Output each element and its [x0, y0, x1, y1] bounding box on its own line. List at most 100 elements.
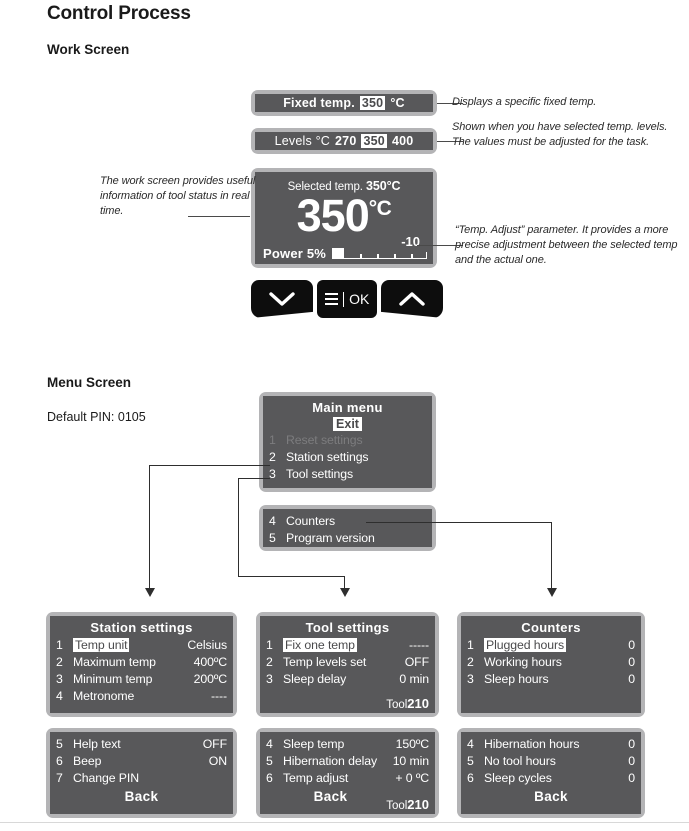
levels-label: Levels °C: [274, 134, 331, 148]
tool-settings-row-sleep-delay[interactable]: 3 Sleep delay 0 min: [266, 671, 429, 688]
tool-tag: Tool210: [386, 797, 429, 812]
tool-tag-number: 210: [407, 797, 429, 812]
item-number: 3: [56, 672, 63, 686]
item-label: Sleep cycles: [484, 771, 552, 785]
tool-tag: Tool210: [386, 696, 429, 711]
item-label: Sleep hours: [484, 672, 549, 686]
item-label: Tool settings: [286, 467, 354, 481]
levels-screen: Levels °C 270 350 400: [255, 132, 433, 150]
station-settings-row-temp-unit[interactable]: 1 Temp unit Celsius: [56, 637, 227, 654]
chevron-up-icon: [399, 292, 425, 306]
tool-settings-panel-page2: 4 Sleep temp 150ºC 5 Hibernation delay 1…: [256, 728, 439, 818]
counters-row-hibernation-hours[interactable]: 4 Hibernation hours 0: [467, 736, 635, 753]
connector-tool-settings: [238, 576, 345, 578]
power-bar-fill: [332, 248, 344, 259]
main-menu-panel: Main menu Exit 1 Reset settings 2 Statio…: [259, 392, 436, 492]
fixed-temp-screen: Fixed temp. 350 °C: [255, 94, 433, 112]
item-value: 0: [628, 655, 635, 669]
item-label: Working hours: [484, 655, 562, 669]
counters-back-button[interactable]: Back: [467, 789, 635, 804]
tool-settings-row-temp-adjust[interactable]: 6 Temp adjust + 0 ºC: [266, 770, 429, 787]
tool-settings-row-fix-one-temp[interactable]: 1 Fix one temp -----: [266, 637, 429, 654]
item-value: 0: [628, 638, 635, 652]
tool-settings-row-sleep-temp[interactable]: 4 Sleep temp 150ºC: [266, 736, 429, 753]
station-settings-row-beep[interactable]: 6 Beep ON: [56, 753, 227, 770]
item-number: 2: [56, 655, 63, 669]
item-label: Temp adjust: [283, 771, 349, 785]
power-bar-tick: [360, 254, 362, 259]
station-settings-back-button[interactable]: Back: [56, 789, 227, 804]
fixed-temp-label: Fixed temp.: [283, 96, 355, 110]
item-value: 200ºC: [193, 672, 227, 686]
section-title-work-screen: Work Screen: [47, 42, 130, 57]
note-levels: Shown when you have selected temp. level…: [452, 121, 668, 149]
item-number: 4: [467, 737, 474, 751]
tool-tag-label: Tool: [386, 699, 408, 711]
main-menu-exit-row[interactable]: Exit: [269, 417, 426, 431]
item-number: 3: [269, 467, 276, 481]
station-settings-panel-page2: 5 Help text OFF 6 Beep ON 7 Change PIN B…: [46, 728, 237, 818]
item-label: Station settings: [286, 450, 369, 464]
tool-settings-row-temp-levels-set[interactable]: 2 Temp levels set OFF: [266, 654, 429, 671]
default-pin-text: Default PIN: 0105: [47, 410, 146, 424]
item-value: OFF: [404, 655, 429, 669]
counters-row-sleep-hours[interactable]: 3 Sleep hours 0: [467, 671, 635, 688]
counters-row-plugged-hours[interactable]: 1 Plugged hours 0: [467, 637, 635, 654]
item-label: Program version: [286, 531, 375, 545]
temp-adjust-value: -10: [401, 234, 420, 249]
counters-row-no-tool-hours[interactable]: 5 No tool hours 0: [467, 753, 635, 770]
station-settings-row-change-pin[interactable]: 7 Change PIN: [56, 770, 227, 787]
connector-tool-settings: [238, 478, 270, 480]
work-screen-panel: Selected temp. 350°C 350°C -10 Power 5%: [251, 168, 437, 268]
levels-high-value[interactable]: 400: [392, 134, 413, 148]
up-button[interactable]: [381, 280, 443, 318]
item-number: 5: [269, 531, 276, 545]
item-label: Sleep temp: [283, 737, 345, 751]
item-number: 5: [56, 737, 63, 751]
counters-row-working-hours[interactable]: 2 Working hours 0: [467, 654, 635, 671]
counters-title: Counters: [521, 620, 581, 635]
item-label: Reset settings: [286, 433, 363, 447]
menu-ok-button[interactable]: OK: [317, 280, 377, 318]
current-temp-unit: °C: [368, 197, 392, 220]
station-settings-row-help-text[interactable]: 5 Help text OFF: [56, 736, 227, 753]
main-menu-screen-page2: 4 Counters 5 Program version: [263, 509, 432, 547]
station-settings-title: Station settings: [90, 620, 193, 635]
item-value: 0: [628, 737, 635, 751]
item-number: 6: [56, 754, 63, 768]
item-value: ON: [208, 754, 227, 768]
exit-item[interactable]: Exit: [333, 417, 362, 431]
levels-low-value[interactable]: 270: [335, 134, 356, 148]
main-menu-panel-page2: 4 Counters 5 Program version: [259, 505, 436, 551]
item-number: 3: [467, 672, 474, 686]
main-menu-item-reset-settings[interactable]: 1 Reset settings: [269, 432, 426, 449]
connector-station-settings: [149, 465, 151, 590]
power-label: Power 5%: [263, 246, 327, 261]
main-menu-item-station-settings[interactable]: 2 Station settings: [269, 449, 426, 466]
station-settings-row-maximum-temp[interactable]: 2 Maximum temp 400ºC: [56, 654, 227, 671]
station-settings-row-minimum-temp[interactable]: 3 Minimum temp 200ºC: [56, 671, 227, 688]
counters-row-sleep-cycles[interactable]: 6 Sleep cycles 0: [467, 770, 635, 787]
item-value: 0 min: [399, 672, 429, 686]
levels-panel: Levels °C 270 350 400: [251, 128, 437, 154]
item-number: 5: [467, 754, 474, 768]
tool-settings-back-button[interactable]: Back: [266, 789, 395, 804]
item-value: -----: [409, 638, 429, 652]
station-settings-row-metronome[interactable]: 4 Metronome ----: [56, 688, 227, 705]
down-button[interactable]: [251, 280, 313, 318]
item-label: Metronome: [73, 689, 135, 703]
item-number: 2: [269, 450, 276, 464]
power-bar-tick: [411, 254, 413, 259]
levels-mid-value[interactable]: 350: [361, 134, 387, 148]
tool-settings-row-hibernation-delay[interactable]: 5 Hibernation delay 10 min: [266, 753, 429, 770]
main-menu-item-program-version[interactable]: 5 Program version: [269, 530, 426, 547]
item-number: 1: [56, 638, 63, 652]
counters-screen: Counters 1 Plugged hours 0 2 Working hou…: [461, 616, 641, 713]
main-menu-item-tool-settings[interactable]: 3 Tool settings: [269, 466, 426, 483]
connector-station-settings: [149, 465, 270, 467]
page-title: Control Process: [47, 3, 191, 24]
tool-tag-label: Tool: [386, 800, 408, 812]
connector-counters: [366, 522, 552, 524]
item-value: 10 min: [392, 754, 429, 768]
fixed-temp-value[interactable]: 350: [359, 96, 386, 110]
